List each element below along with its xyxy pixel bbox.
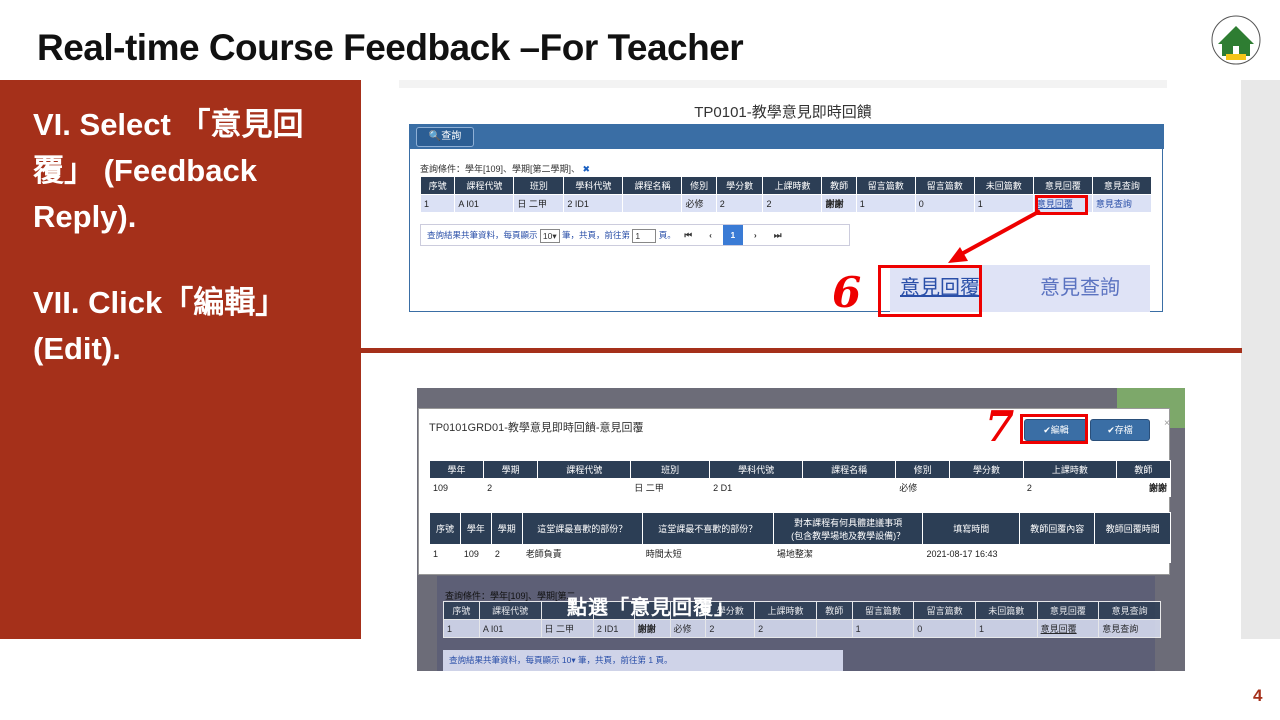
page-size-select[interactable]: 10▾: [539, 228, 560, 243]
save-button[interactable]: ✔存檔: [1090, 419, 1150, 441]
page-number: 4: [1253, 686, 1263, 705]
table-row: 1A I01 日 二甲 2 ID1 謝謝 必修 2 2 1 0 1 意見回覆 意見查詢: [443, 619, 1161, 638]
modal-title: TP0101GRD01-教學意見即時回饋-意見回覆: [429, 422, 644, 434]
overlay-caption: 點選「意見回覆」: [567, 597, 735, 619]
instruction-line: 覆」 (Feedback: [33, 153, 257, 188]
page-button[interactable]: 1: [722, 225, 743, 245]
toolbar: 🔍查詢: [410, 124, 1164, 149]
goto-page-input[interactable]: 1: [632, 228, 657, 243]
system-title: TP0101-教學意見即時回饋: [694, 104, 872, 121]
query-button[interactable]: 🔍查詢: [416, 127, 474, 147]
bg-query-link[interactable]: 意見查詢: [1098, 619, 1161, 638]
query-condition: 查詢條件：學年[109]、學期[第二學期]、 ✖: [420, 164, 591, 174]
instruction-line: VII. Click「編輯」: [33, 285, 287, 320]
section-divider: [361, 348, 1242, 353]
clear-condition-icon[interactable]: ✖: [583, 164, 591, 174]
university-logo-icon: [1211, 15, 1261, 65]
bg-reply-link[interactable]: 意見回覆: [1036, 619, 1100, 638]
slide-title: Real-time Course Feedback –For Teacher: [37, 27, 744, 68]
background-table: 序號 課程代號 學分數 上課時數 教師 留言篇數 留言篇數 未回篇數 意見回覆 意見查詢 1A I…: [443, 601, 1161, 638]
prev-page-icon[interactable]: ‹: [701, 225, 721, 245]
step-number-7: 7: [985, 402, 1015, 451]
close-icon[interactable]: ×: [1164, 418, 1170, 429]
instruction-line: (Edit).: [33, 331, 121, 366]
arrow-icon: [948, 209, 1041, 263]
next-page-icon[interactable]: ›: [745, 225, 765, 245]
feedback-query-link[interactable]: 意見查詢: [1096, 199, 1132, 209]
pagination: 查詢結果共筆資料，每頁顯示 10▾ 筆，共頁，前往第 1 頁。 ⏮ ‹ 1 › …: [420, 224, 850, 246]
step-number-6: 6: [832, 268, 862, 317]
right-side-strip: [1241, 80, 1280, 639]
table-row: 1 109 2 老師負責 時間太短 場地整潔 2021-08-17 16:43: [429, 544, 1171, 563]
course-info-table: 學年 學期 課程代號 班別 學科代號 課程名稱 修別 學分數 上課時數 教師 109 2 日 二甲 2 …: [428, 460, 1172, 497]
instructions-panel: VI. Select 「意見回 覆」 (Feedback Reply). VII…: [0, 80, 361, 639]
last-page-icon[interactable]: ⏭: [768, 225, 788, 245]
highlight-edit-button: [1020, 414, 1088, 444]
first-page-icon[interactable]: ⏮: [678, 225, 698, 245]
table-row: 109 2 日 二甲 2 D1 必修 2 謝謝: [428, 478, 1172, 497]
table-header-row: 序號 課程代號 班別 學科代號 課程名稱 修別 學分數 上課時數 教師 留言篇數 留言篇數 未回篇數意…: [419, 176, 1153, 195]
feedback-table: 序號 學年 學期 這堂課最喜歡的部份？ 這堂課最不喜歡的部份？ 對本課程有何具體…: [429, 512, 1171, 563]
instruction-line: VI. Select 「意見回: [33, 107, 304, 142]
instruction-line: Reply).: [33, 199, 137, 234]
background-pagination: 查詢結果共筆資料，每頁顯示 10▾ 筆，共頁，前往第 1 頁。: [443, 650, 843, 671]
